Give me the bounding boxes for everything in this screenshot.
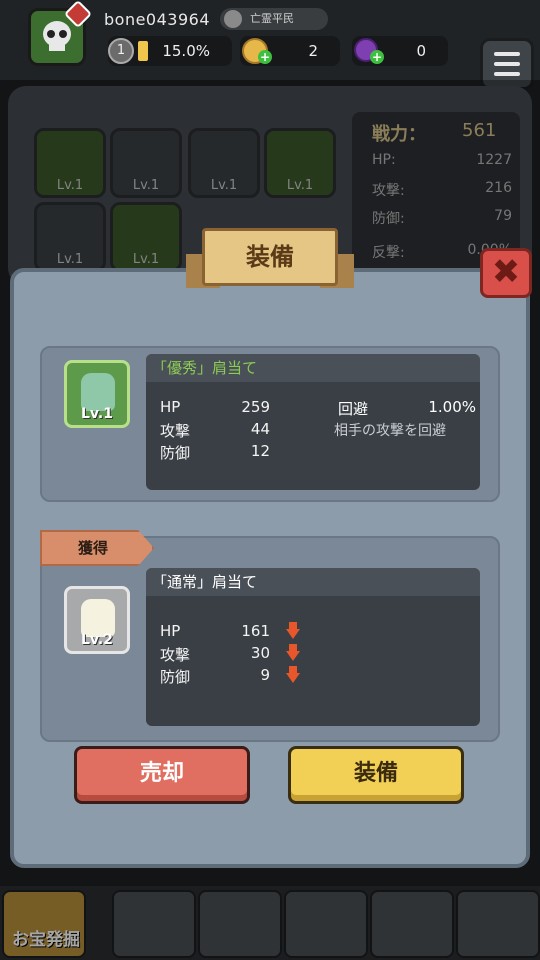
dodge-label: 回避 bbox=[338, 400, 369, 418]
add-gems-icon[interactable]: + bbox=[370, 50, 384, 64]
stat-decrease-arrow-icon bbox=[286, 644, 300, 662]
add-coins-icon[interactable]: + bbox=[258, 50, 272, 64]
progress-percent: 15.0% bbox=[162, 42, 210, 60]
close-button[interactable]: ✖ bbox=[480, 248, 532, 298]
stat-decrease-arrow-icon bbox=[286, 666, 300, 684]
coin-count: 2 bbox=[308, 42, 318, 60]
acquired-tag: 獲得 bbox=[40, 530, 154, 566]
coin-counter[interactable]: + 2 bbox=[240, 36, 340, 66]
rank-label: 亡霊平民 bbox=[250, 12, 294, 25]
modal-title-banner: 装備 bbox=[186, 228, 354, 294]
equipped-item-name: 「優秀」肩当て bbox=[146, 354, 480, 382]
modal-title: 装備 bbox=[202, 228, 338, 286]
username: bone043964 bbox=[104, 10, 211, 29]
gem-counter[interactable]: + 0 bbox=[352, 36, 448, 66]
item-level: Lv.1 bbox=[81, 406, 113, 422]
item-level: Lv.2 bbox=[81, 632, 113, 648]
equip-button[interactable]: 装備 bbox=[288, 746, 464, 804]
level-progress: 1 15.0% bbox=[108, 36, 232, 66]
rank-skull-icon bbox=[224, 10, 242, 28]
acquired-item-name: 「通常」肩当て bbox=[146, 568, 480, 596]
rank-badge[interactable]: 亡霊平民 bbox=[220, 8, 328, 30]
acquired-item-icon[interactable]: Lv.2 bbox=[64, 586, 130, 654]
stat-decrease-arrow-icon bbox=[286, 622, 300, 640]
dodge-value: 1.00% bbox=[428, 398, 476, 416]
level-number: 1 bbox=[108, 38, 134, 64]
skull-icon bbox=[43, 21, 71, 51]
equipped-item-icon[interactable]: Lv.1 bbox=[64, 360, 130, 428]
top-status-bar: bone043964 亡霊平民 1 15.0% + 2 + 0 bbox=[0, 0, 540, 90]
sell-button[interactable]: 売却 bbox=[74, 746, 250, 804]
acquired-item-info: 「通常」肩当て bbox=[146, 568, 480, 726]
dodge-description: 相手の攻撃を回避 bbox=[334, 423, 446, 439]
gem-count: 0 bbox=[416, 42, 426, 60]
progress-bar-icon bbox=[138, 41, 148, 61]
